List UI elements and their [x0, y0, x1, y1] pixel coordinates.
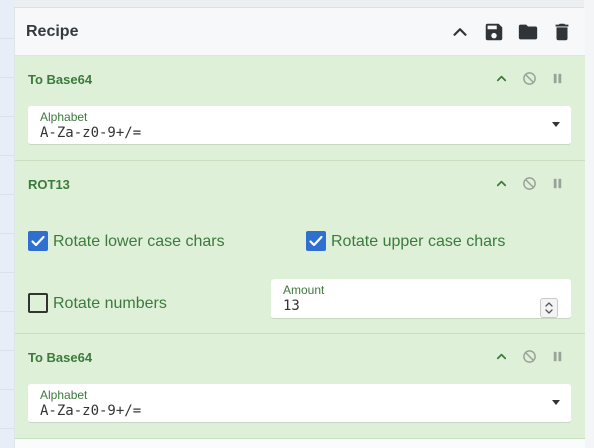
trash-icon — [555, 23, 569, 41]
alphabet-value: A-Za-z0-9+/= — [40, 125, 142, 141]
chevron-up-icon — [496, 75, 506, 81]
amount-stepper[interactable] — [540, 298, 558, 318]
operation-to-base64: To Base64 Alphabet A-Za-z0-9+/= — [15, 56, 585, 161]
rotate-upper-label[interactable]: Rotate upper case chars — [331, 233, 505, 251]
alphabet-value: A-Za-z0-9+/= — [40, 403, 142, 419]
amount-label: Amount — [283, 283, 325, 297]
save-icon — [485, 23, 503, 41]
pause-icon — [553, 73, 561, 83]
operation-title: ROT13 — [28, 177, 70, 192]
rotate-upper-checkbox[interactable] — [306, 231, 326, 251]
checkmark-icon — [309, 235, 323, 247]
alphabet-label: Alphabet — [40, 388, 88, 402]
recipe-title: Recipe — [26, 23, 79, 40]
operation-title: To Base64 — [28, 350, 93, 365]
collapse-operation-button[interactable] — [493, 348, 509, 364]
caret-down-icon[interactable] — [552, 122, 560, 127]
checkmark-icon — [31, 235, 45, 247]
pause-operation-button[interactable] — [549, 175, 565, 191]
pause-icon — [553, 351, 561, 361]
disable-icon — [522, 349, 536, 363]
disable-icon — [522, 176, 536, 190]
alphabet-label: Alphabet — [40, 110, 88, 124]
disable-operation-button[interactable] — [521, 175, 537, 191]
alphabet-select[interactable]: Alphabet A-Za-z0-9+/= — [28, 384, 571, 423]
save-recipe-button[interactable] — [482, 20, 506, 44]
clear-recipe-button[interactable] — [550, 20, 574, 44]
collapse-recipe-button[interactable] — [448, 20, 472, 44]
chevron-up-icon — [453, 28, 467, 36]
load-recipe-button[interactable] — [516, 20, 540, 44]
pause-operation-button[interactable] — [549, 70, 565, 86]
rotate-lower-checkbox[interactable] — [28, 231, 48, 251]
chevron-up-icon — [496, 353, 506, 359]
scrollbar-track[interactable] — [584, 0, 594, 448]
rotate-numbers-checkbox[interactable] — [28, 293, 48, 313]
chevron-up-icon — [496, 180, 506, 186]
input-area-edge — [0, 0, 14, 448]
operation-rot13: ROT13 Rotate lower case chars Rotate upp… — [15, 161, 585, 334]
rotate-numbers-label[interactable]: Rotate numbers — [53, 295, 167, 313]
pause-operation-button[interactable] — [549, 348, 565, 364]
recipe-panel: Recipe To Base64 Alphabet A-Za-z0-9+/= R… — [14, 8, 585, 448]
caret-down-icon[interactable] — [552, 400, 560, 405]
disable-icon — [522, 71, 536, 85]
folder-icon — [518, 24, 538, 40]
amount-field[interactable]: Amount 13 — [271, 279, 571, 319]
stepper-arrows-icon — [545, 302, 553, 314]
operation-title: To Base64 — [28, 72, 93, 87]
amount-value[interactable]: 13 — [283, 298, 300, 314]
disable-operation-button[interactable] — [521, 348, 537, 364]
collapse-operation-button[interactable] — [493, 70, 509, 86]
operation-to-base64: To Base64 Alphabet A-Za-z0-9+/= — [15, 334, 585, 439]
collapse-operation-button[interactable] — [493, 175, 509, 191]
disable-operation-button[interactable] — [521, 70, 537, 86]
panel-top-edge — [14, 0, 584, 8]
rotate-lower-label[interactable]: Rotate lower case chars — [53, 233, 225, 251]
alphabet-select[interactable]: Alphabet A-Za-z0-9+/= — [28, 106, 571, 145]
pause-icon — [553, 178, 561, 188]
recipe-header: Recipe — [15, 8, 585, 56]
